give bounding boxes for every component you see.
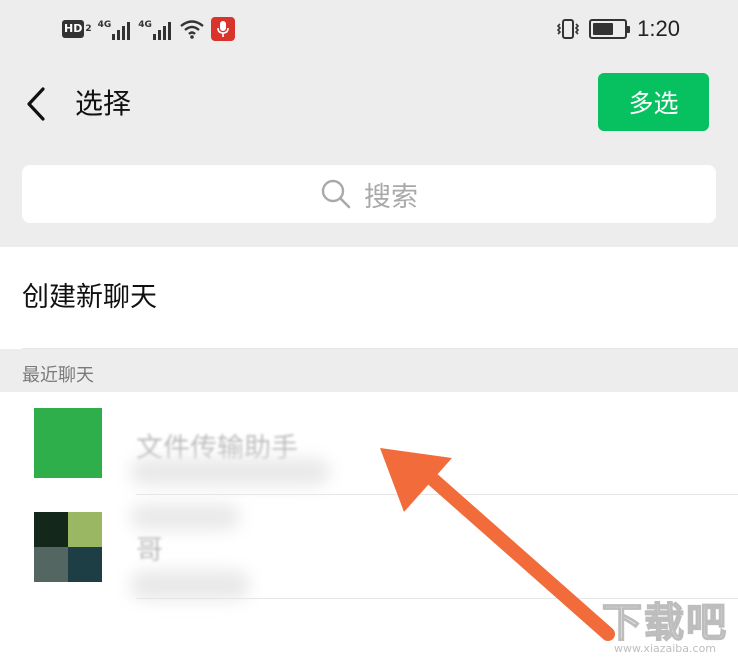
network-type-label: 4G	[138, 20, 152, 30]
avatar	[34, 512, 102, 582]
blurred-preview	[130, 504, 240, 530]
status-left-icons: HD 2 4G 4G	[62, 16, 235, 42]
search-icon	[321, 179, 351, 209]
network-type-label: 4G	[97, 20, 112, 30]
status-bar: HD 2 4G 4G 1:20	[0, 0, 738, 58]
battery-icon	[589, 19, 631, 39]
back-arrow-icon	[27, 87, 45, 121]
recent-chats-header: 最近聊天	[0, 349, 738, 392]
mic-icon	[210, 17, 235, 41]
search-input[interactable]: 搜索	[22, 165, 716, 223]
chat-name: 哥	[136, 535, 163, 566]
battery-level	[593, 23, 613, 35]
back-button[interactable]	[20, 86, 52, 122]
signal-icon: 4G	[98, 18, 133, 40]
recent-chats-label: 最近聊天	[22, 365, 94, 386]
avatar	[34, 408, 102, 478]
watermark-text: 下载吧	[601, 599, 728, 647]
signal-icon: 4G	[138, 18, 173, 40]
clock: 1:20	[637, 16, 680, 41]
page-title: 选择	[75, 87, 132, 120]
chat-list-item[interactable]	[0, 495, 738, 598]
hd-icon: HD 2	[62, 20, 92, 38]
create-new-chat-item[interactable]: 创建新聊天	[0, 247, 738, 349]
header-bar: 选择 多选	[0, 58, 738, 150]
multi-select-button[interactable]: 多选	[598, 73, 709, 131]
vibrate-icon	[557, 19, 580, 39]
search-area: 搜索	[0, 150, 738, 247]
status-right-icons: 1:20	[557, 14, 680, 44]
watermark-logo: 下载吧 www.xiazaiba.com	[592, 598, 738, 668]
chat-list-item[interactable]	[0, 392, 738, 495]
divider	[136, 494, 738, 495]
create-new-chat-label: 创建新聊天	[22, 282, 157, 313]
hd-label: HD	[62, 20, 85, 38]
search-placeholder: 搜索	[364, 181, 418, 213]
blurred-preview	[130, 458, 330, 486]
hd-sub-label: 2	[85, 24, 92, 34]
wifi-icon	[180, 20, 204, 39]
blurred-preview	[130, 570, 250, 600]
